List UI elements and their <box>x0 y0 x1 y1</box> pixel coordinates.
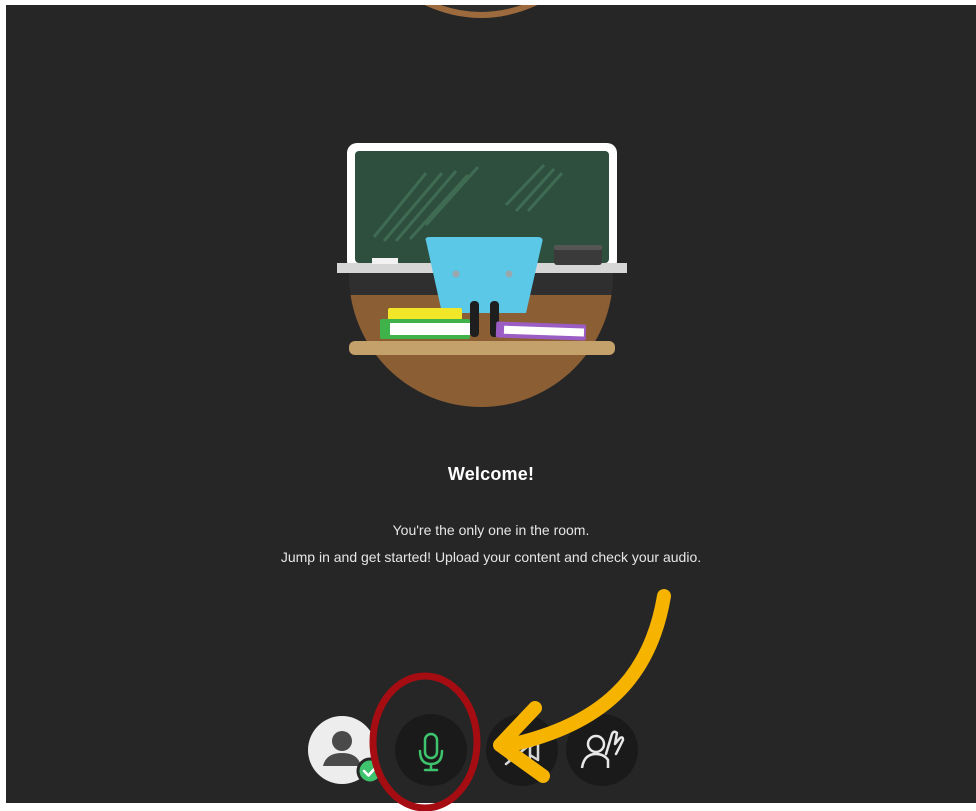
book-yellow <box>388 308 462 320</box>
welcome-title: Welcome! <box>447 464 535 484</box>
session-room: Welcome! You're the only one in the room… <box>6 5 976 803</box>
raise-hand-button[interactable] <box>566 714 638 786</box>
desk-top <box>349 341 615 355</box>
microphone-icon <box>418 732 444 772</box>
camera-button[interactable] <box>486 714 558 786</box>
welcome-message-line2: Jump in and get started! Upload your con… <box>280 549 702 565</box>
chair-back <box>425 237 543 313</box>
microphone-button[interactable] <box>395 714 467 786</box>
chalk-piece <box>372 258 398 264</box>
camera-icon <box>504 736 540 766</box>
welcome-message-line1: You're the only one in the room. <box>392 522 590 538</box>
check-icon <box>356 757 384 785</box>
raise-hand-icon <box>580 730 625 769</box>
classroom-illustration <box>337 5 627 407</box>
